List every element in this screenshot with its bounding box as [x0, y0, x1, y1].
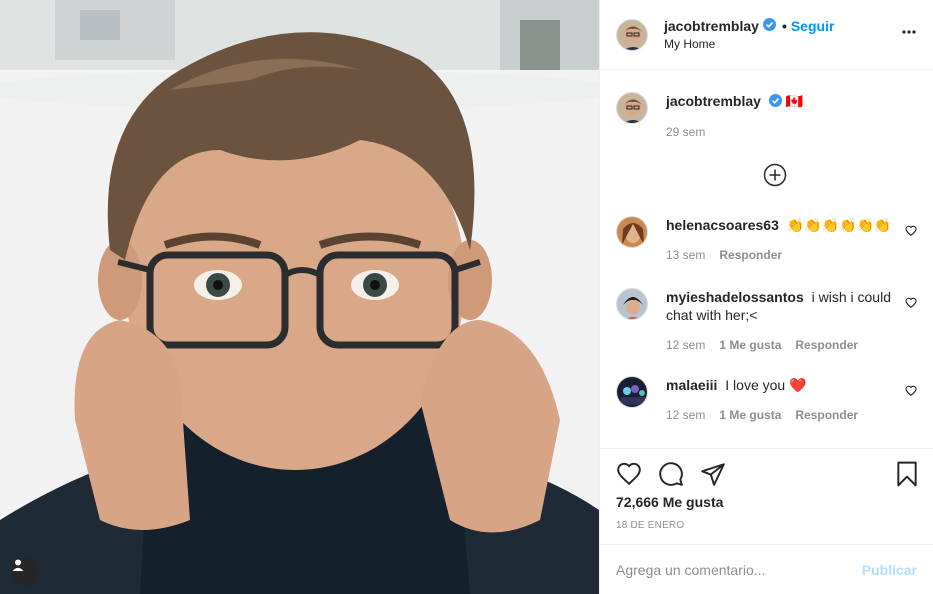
comment-username[interactable]: malaeiii: [666, 377, 717, 393]
save-button[interactable]: [895, 461, 919, 492]
publish-button[interactable]: Publicar: [862, 562, 917, 578]
reply-button[interactable]: Responder: [795, 406, 858, 424]
post-actions: 72,666 Me gusta 18 DE ENERO: [600, 448, 933, 544]
comment-icon: [658, 462, 684, 491]
caption-text: 🇨🇦: [785, 93, 804, 109]
share-icon: [700, 463, 726, 491]
comment-item: malaeiii I love you ❤️ 12 sem 1 Me gusta…: [616, 376, 917, 424]
plus-circle-icon: [763, 163, 787, 191]
author-avatar[interactable]: [616, 18, 648, 51]
commenter-avatar[interactable]: [616, 216, 648, 248]
comment-text: I love you ❤️: [725, 377, 807, 393]
load-more-comments-button[interactable]: [763, 163, 787, 192]
more-icon: [901, 27, 917, 44]
separator-dot: •: [781, 18, 787, 34]
heart-icon: [616, 462, 642, 491]
bookmark-icon: [895, 461, 919, 491]
comment-time[interactable]: 12 sem: [666, 336, 705, 354]
caption-username[interactable]: jacobtremblay: [666, 93, 761, 109]
share-button[interactable]: [700, 461, 726, 492]
comments-list[interactable]: jacobtremblay 🇨🇦 29 sem helenacsoares63 …: [600, 70, 933, 448]
like-button[interactable]: [616, 461, 642, 492]
commenter-avatar[interactable]: [616, 288, 648, 320]
likes-count[interactable]: 72,666 Me gusta: [616, 494, 723, 510]
caption-time[interactable]: 29 sem: [666, 123, 705, 141]
verified-icon: [762, 18, 776, 34]
post-side-panel: jacobtremblay • Seguir My Home jacobtrem…: [599, 0, 933, 594]
comment-username[interactable]: helenacsoares63: [666, 217, 779, 233]
author-username[interactable]: jacobtremblay: [664, 18, 759, 34]
photo-illustration: [0, 0, 599, 594]
post-caption: jacobtremblay 🇨🇦 29 sem: [616, 92, 917, 141]
comment-username[interactable]: myieshadelossantos: [666, 289, 804, 305]
post-header: jacobtremblay • Seguir My Home: [600, 0, 933, 70]
comment-item: myieshadelossantos i wish i could chat w…: [616, 288, 917, 354]
reply-button[interactable]: Responder: [719, 246, 782, 264]
comment-likes[interactable]: 1 Me gusta: [719, 336, 781, 354]
comment-text: 👏👏👏👏👏👏: [786, 217, 892, 233]
caption-avatar[interactable]: [616, 92, 648, 124]
follow-button[interactable]: Seguir: [791, 18, 835, 34]
heart-icon: [905, 384, 917, 401]
comment-item: helenacsoares63 👏👏👏👏👏👏 13 sem Responder: [616, 216, 917, 264]
add-comment-bar: Publicar: [600, 544, 933, 594]
comment-time[interactable]: 12 sem: [666, 406, 705, 424]
post-location[interactable]: My Home: [664, 37, 834, 51]
comment-input[interactable]: [616, 561, 862, 578]
user-tag-button[interactable]: [11, 558, 39, 586]
post-date[interactable]: 18 DE ENERO: [616, 520, 684, 531]
more-options-button[interactable]: [901, 24, 917, 45]
reply-button[interactable]: Responder: [795, 336, 858, 354]
comment-like-button[interactable]: [905, 384, 917, 402]
heart-icon: [905, 224, 917, 241]
comment-time[interactable]: 13 sem: [666, 246, 705, 264]
heart-icon: [905, 296, 917, 313]
commenter-avatar[interactable]: [616, 376, 648, 408]
comment-like-button[interactable]: [905, 224, 917, 242]
comment-button[interactable]: [658, 461, 684, 492]
comment-like-button[interactable]: [905, 296, 917, 314]
verified-icon: [768, 93, 782, 111]
comment-likes[interactable]: 1 Me gusta: [719, 406, 781, 424]
author-meta: jacobtremblay • Seguir My Home: [664, 18, 834, 51]
post-photo[interactable]: [0, 0, 599, 594]
